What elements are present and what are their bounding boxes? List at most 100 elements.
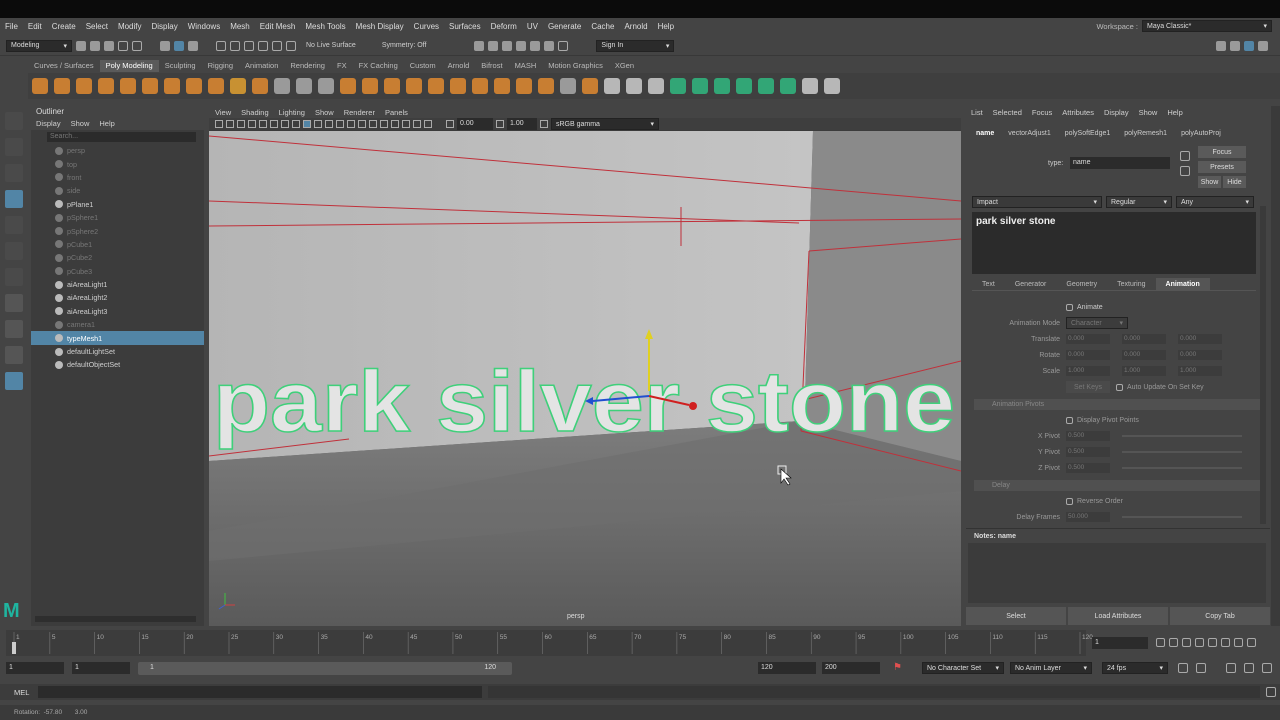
- xray-joints-icon[interactable]: [413, 120, 421, 128]
- layout-uv-icon[interactable]: [780, 78, 796, 94]
- poke-icon[interactable]: [538, 78, 554, 94]
- z-pivot-slider[interactable]: [1122, 467, 1242, 469]
- outliner-search-input[interactable]: Search...: [47, 132, 196, 142]
- step-forward-key-icon[interactable]: [1234, 638, 1243, 647]
- menu-generate[interactable]: Generate: [543, 22, 586, 31]
- dof-icon[interactable]: [380, 120, 388, 128]
- translate-y-field[interactable]: 0.000: [1122, 334, 1166, 344]
- arnold-render-icon[interactable]: [530, 40, 541, 51]
- 3d-viewport[interactable]: park silver stone persp: [209, 131, 961, 626]
- shelf-tab-motion-graphics[interactable]: Motion Graphics: [542, 60, 609, 72]
- poly-cylinder-icon[interactable]: [76, 78, 92, 94]
- outliner-item[interactable]: pCube3: [31, 265, 204, 278]
- animate-checkbox[interactable]: [1066, 303, 1073, 311]
- render-icon[interactable]: [474, 40, 485, 51]
- scale-tool-icon[interactable]: [5, 242, 23, 260]
- attr-menu-show[interactable]: Show: [1139, 108, 1158, 117]
- writing-system-dropdown[interactable]: Any ▾: [1176, 196, 1254, 208]
- viewport-menu-view[interactable]: View: [215, 108, 231, 117]
- snap-surface-icon[interactable]: [272, 40, 282, 51]
- snap-curve-icon[interactable]: [230, 40, 240, 51]
- pause-icon[interactable]: [558, 40, 569, 51]
- planar-uv-icon[interactable]: [670, 78, 686, 94]
- mirror-icon[interactable]: [318, 78, 334, 94]
- xray-icon[interactable]: [402, 120, 410, 128]
- shelf-tab-poly-modeling[interactable]: Poly Modeling: [99, 60, 159, 72]
- snap-point-icon[interactable]: [244, 40, 254, 51]
- loop-icon[interactable]: [1178, 663, 1188, 673]
- symmetry-label[interactable]: Symmetry: Off: [382, 42, 427, 49]
- exposure-field[interactable]: 0.00: [457, 118, 493, 130]
- auto-key-icon[interactable]: ⚑: [893, 663, 903, 673]
- hide-button[interactable]: Hide: [1223, 176, 1246, 188]
- rotate-x-field[interactable]: 0.000: [1066, 350, 1110, 360]
- scale-z-field[interactable]: 1.000: [1178, 366, 1222, 376]
- poly-cube-icon[interactable]: [54, 78, 70, 94]
- z-pivot-field[interactable]: 0.500: [1066, 463, 1110, 473]
- outliner-item[interactable]: persp: [31, 144, 204, 157]
- viewport-menu-panels[interactable]: Panels: [385, 108, 408, 117]
- rotate-y-field[interactable]: 0.000: [1122, 350, 1166, 360]
- select-hierarchy-icon[interactable]: [160, 40, 170, 51]
- outliner-item[interactable]: defaultObjectSet: [31, 358, 204, 371]
- step-back-key-icon[interactable]: [1169, 638, 1178, 647]
- wedge-icon[interactable]: [516, 78, 532, 94]
- image-plane-icon[interactable]: [248, 120, 256, 128]
- shelf-tab-fx-caching[interactable]: FX Caching: [353, 60, 404, 72]
- grid-icon[interactable]: [259, 120, 267, 128]
- poly-disc-icon[interactable]: [164, 78, 180, 94]
- shelf-tab-bifrost[interactable]: Bifrost: [475, 60, 508, 72]
- menu-modify[interactable]: Modify: [113, 22, 147, 31]
- shelf-tab-fx[interactable]: FX: [331, 60, 353, 72]
- single-view-icon[interactable]: [5, 294, 23, 312]
- script-editor-icon[interactable]: [1266, 687, 1276, 697]
- spherical-uv-icon[interactable]: [714, 78, 730, 94]
- node-tab-polyremesh1[interactable]: polyRemesh1: [1124, 130, 1167, 137]
- shadows-icon[interactable]: [347, 120, 355, 128]
- node-tab-polysoftedge1[interactable]: polySoftEdge1: [1065, 130, 1111, 137]
- menu-file[interactable]: File: [0, 22, 23, 31]
- menu-help[interactable]: Help: [653, 22, 679, 31]
- outliner-item[interactable]: front: [31, 171, 204, 184]
- channel-box-icon[interactable]: [1244, 40, 1254, 51]
- outliner-item[interactable]: defaultLightSet: [31, 345, 204, 358]
- move-tool-icon[interactable]: [5, 190, 23, 208]
- smooth-shade-icon[interactable]: [314, 120, 322, 128]
- aa-icon[interactable]: [369, 120, 377, 128]
- style-dropdown[interactable]: Regular ▾: [1106, 196, 1172, 208]
- focus-button[interactable]: Focus: [1198, 146, 1246, 158]
- shelf-tab-xgen[interactable]: XGen: [609, 60, 640, 72]
- type-text-input[interactable]: park silver stone: [972, 212, 1256, 274]
- super-shape-icon[interactable]: [186, 78, 202, 94]
- cylindrical-uv-icon[interactable]: [692, 78, 708, 94]
- uv-editor-icon[interactable]: [802, 78, 818, 94]
- playback-start-field[interactable]: 1: [72, 662, 130, 674]
- cache-icon[interactable]: [1196, 663, 1206, 673]
- outliner-item[interactable]: typeMesh1: [31, 331, 204, 345]
- attr-menu-help[interactable]: Help: [1167, 108, 1182, 117]
- shelf-tab-animation[interactable]: Animation: [239, 60, 284, 72]
- y-pivot-field[interactable]: 0.500: [1066, 447, 1110, 457]
- menu-select[interactable]: Select: [81, 22, 113, 31]
- color-mgmt-icon[interactable]: [540, 120, 548, 128]
- scale-x-field[interactable]: 1.000: [1066, 366, 1110, 376]
- outliner-item[interactable]: camera1: [31, 318, 204, 331]
- menu-arnold[interactable]: Arnold: [619, 22, 652, 31]
- camera-attr-icon[interactable]: [226, 120, 234, 128]
- outliner-item[interactable]: aiAreaLight1: [31, 278, 204, 291]
- bevel2-icon[interactable]: [582, 78, 598, 94]
- shelf-tab-mash[interactable]: MASH: [509, 60, 543, 72]
- save-scene-icon[interactable]: [104, 40, 114, 51]
- modeling-toolkit-icon[interactable]: [1216, 40, 1226, 51]
- workspace-dropdown[interactable]: Maya Classic* ▾: [1142, 20, 1272, 32]
- chamfer-icon[interactable]: [560, 78, 576, 94]
- anim-layer-dropdown[interactable]: No Anim Layer ▾: [1010, 662, 1092, 674]
- viewport-menu-show[interactable]: Show: [315, 108, 334, 117]
- step-back-frame-icon[interactable]: [1182, 638, 1191, 647]
- copy-tab-button[interactable]: Copy Tab: [1170, 607, 1270, 625]
- wireframe-icon[interactable]: [303, 120, 311, 128]
- gate-mask-icon[interactable]: [292, 120, 300, 128]
- view-transform-dropdown[interactable]: sRGB gamma ▾: [551, 118, 659, 130]
- multi-cut-icon[interactable]: [604, 78, 620, 94]
- outliner-item[interactable]: pCube2: [31, 251, 204, 264]
